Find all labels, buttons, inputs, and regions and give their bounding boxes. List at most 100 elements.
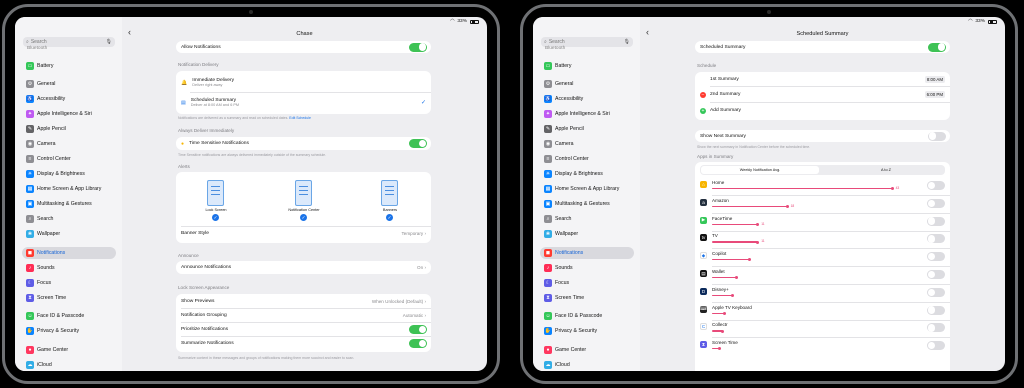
sidebar-item-home-screen-app-library[interactable]: ▦ Home Screen & App Library <box>22 183 116 195</box>
sidebar-item-wallpaper[interactable]: ❀ Wallpaper <box>22 228 116 240</box>
show-next-label: Show Next Summary <box>700 133 746 139</box>
app-summary-toggle[interactable] <box>927 252 945 262</box>
sidebar-item-apple-intelligence-siri[interactable]: ✦ Apple Intelligence & Siri <box>540 108 634 120</box>
sidebar-item-sounds[interactable]: ♪ Sounds <box>540 262 634 274</box>
tv-app-icon: tv <box>700 234 707 242</box>
microphone-icon[interactable]: 🎙 <box>106 39 112 45</box>
sidebar-item-multitasking-gestures[interactable]: ▣ Multitasking & Gestures <box>22 198 116 210</box>
sidebar-item-display-brightness[interactable]: ☀ Display & Brightness <box>22 168 116 180</box>
sidebar-item-control-center[interactable]: ≡ Control Center <box>22 153 116 165</box>
add-summary-row[interactable]: + Add Summary <box>700 106 945 115</box>
sidebar-item-battery[interactable]: ▭ Battery <box>540 60 634 72</box>
notification-center-preview[interactable] <box>295 180 312 206</box>
banners-check-icon[interactable]: ✓ <box>386 214 393 221</box>
prioritize-toggle[interactable] <box>409 325 427 334</box>
sidebar-item-home-screen-app-library[interactable]: ▦ Home Screen & App Library <box>540 183 634 195</box>
sidebar-item-multitasking-gestures[interactable]: ▣ Multitasking & Gestures <box>540 198 634 210</box>
sidebar-item-notifications[interactable]: ◼ Notifications <box>540 247 634 259</box>
banner-style-row[interactable]: Banner Style Temporary › <box>181 229 426 238</box>
show-previews-row[interactable]: Show Previews When Unlocked (Default) › <box>181 297 426 306</box>
sidebar-item-game-center[interactable]: ● Game Center <box>540 344 634 356</box>
sidebar-wallpaper-icon: ❀ <box>544 230 552 238</box>
app-summary-toggle[interactable] <box>927 198 945 208</box>
scheduled-row[interactable]: ▤ Scheduled Summary Deliver at 8:00 AM a… <box>181 94 426 111</box>
sidebar-item-privacy-security[interactable]: ✋ Privacy & Security <box>540 325 634 337</box>
scheduled-summary-toggle[interactable] <box>928 42 946 52</box>
sidebar-item-wallpaper[interactable]: ❀ Wallpaper <box>540 228 634 240</box>
app-summary-toggle[interactable] <box>927 234 945 244</box>
app-summary-toggle[interactable] <box>927 287 945 297</box>
sidebar-focus-icon: ☾ <box>26 279 34 287</box>
sidebar-item-screen-time[interactable]: ⧗ Screen Time <box>22 292 116 304</box>
sidebar-item-display-brightness[interactable]: ☀ Display & Brightness <box>540 168 634 180</box>
app-summary-toggle[interactable] <box>927 216 945 226</box>
sidebar-item-label: Game Center <box>555 347 587 353</box>
banners-preview[interactable] <box>381 180 398 206</box>
app-frequency-bar <box>712 329 723 333</box>
sidebar-item-apple-pencil[interactable]: ✎ Apple Pencil <box>540 123 634 135</box>
grouping-row[interactable]: Notification Grouping Automatic › <box>181 311 426 320</box>
first-summary-time[interactable]: 8:00 AM <box>924 76 945 83</box>
sidebar-item-game-center[interactable]: ● Game Center <box>22 344 116 356</box>
always-header: Always Deliver Immediately <box>178 128 235 133</box>
app-summary-toggle[interactable] <box>927 341 945 351</box>
app-summary-toggle[interactable] <box>927 323 945 333</box>
notification-center-check-icon[interactable]: ✓ <box>300 214 307 221</box>
sidebar-item-search[interactable]: ⌕ Search <box>540 213 634 225</box>
chase-notification-settings: ‹ Chase Allow Notifications Notification… <box>122 17 487 371</box>
app-summary-toggle[interactable] <box>927 305 945 315</box>
app-count: 43 <box>895 186 900 190</box>
allow-notifications-toggle[interactable] <box>409 42 427 52</box>
sidebar-item-sounds[interactable]: ♪ Sounds <box>22 262 116 274</box>
sidebar-item-general[interactable]: ⚙ General <box>22 78 116 90</box>
schedule-header: Schedule <box>697 63 717 68</box>
sidebar-item-accessibility[interactable]: ♿ Accessibility <box>22 93 116 105</box>
sidebar-item-apple-intelligence-siri[interactable]: ✦ Apple Intelligence & Siri <box>22 108 116 120</box>
sidebar-item-notifications[interactable]: ◼ Notifications <box>22 247 116 259</box>
sidebar-item-face-id-passcode[interactable]: ☺ Face ID & Passcode <box>540 310 634 322</box>
apple-tv-keyboard-app-icon: ⌨ <box>700 305 707 313</box>
announce-card: Announce Notifications On › <box>176 261 431 274</box>
scheduled-label: Scheduled Summary <box>700 44 746 50</box>
sidebar-item-accessibility[interactable]: ♿ Accessibility <box>540 93 634 105</box>
sidebar-item-focus[interactable]: ☾ Focus <box>22 277 116 289</box>
sidebar-item-camera[interactable]: ◉ Camera <box>22 138 116 150</box>
sidebar-item-battery[interactable]: ▭ Battery <box>22 60 116 72</box>
sidebar-item-general[interactable]: ⚙ General <box>540 78 634 90</box>
lock-screen-check-icon[interactable]: ✓ <box>212 214 219 221</box>
sidebar-item-face-id-passcode[interactable]: ☺ Face ID & Passcode <box>22 310 116 322</box>
show-next-toggle[interactable] <box>928 131 946 141</box>
sidebar-item-control-center[interactable]: ≡ Control Center <box>540 153 634 165</box>
segment-a-to-z[interactable]: A to Z <box>827 166 945 174</box>
app-summary-toggle[interactable] <box>927 181 945 190</box>
divider <box>190 92 431 93</box>
sidebar-item-icloud[interactable]: ☁ iCloud <box>22 359 116 371</box>
sidebar-item-camera[interactable]: ◉ Camera <box>540 138 634 150</box>
lock-screen-preview[interactable] <box>207 180 224 206</box>
sidebar-battery-icon: ▭ <box>544 62 552 70</box>
sidebar-item-label: Camera <box>555 141 574 147</box>
sidebar-item-focus[interactable]: ☾ Focus <box>540 277 634 289</box>
edit-schedule-link[interactable]: Edit Schedule <box>289 116 311 120</box>
second-summary-row: − 2nd Summary 6:00 PM <box>700 90 945 99</box>
sidebar-item-icloud[interactable]: ☁ iCloud <box>540 359 634 371</box>
app-summary-toggle[interactable] <box>927 270 945 279</box>
sidebar-item-privacy-security[interactable]: ✋ Privacy & Security <box>22 325 116 337</box>
sidebar-item-screen-time[interactable]: ⧗ Screen Time <box>540 292 634 304</box>
sidebar-item-apple-pencil[interactable]: ✎ Apple Pencil <box>22 123 116 135</box>
sidebar-camera-icon: ◉ <box>26 140 34 148</box>
sidebar-item-label: Focus <box>37 280 52 286</box>
time-sensitive-toggle[interactable] <box>409 139 427 148</box>
summarize-toggle[interactable] <box>409 339 427 348</box>
sidebar-item-label: Screen Time <box>555 295 585 301</box>
sidebar-face-id-passcode-icon: ☺ <box>26 312 34 320</box>
segment-weekly-avg[interactable]: Weekly Notification Avg. <box>701 166 819 174</box>
sidebar-item-search[interactable]: ⌕ Search <box>22 213 116 225</box>
scheduled-row: Scheduled Summary <box>700 43 945 51</box>
second-summary-time[interactable]: 6:00 PM <box>924 91 945 98</box>
remove-icon[interactable]: − <box>700 91 706 98</box>
immediate-row[interactable]: 🔔 Immediate Delivery Deliver right away <box>181 74 426 91</box>
banner-style-label: Banner Style <box>181 231 210 236</box>
microphone-icon[interactable]: 🎙 <box>624 39 630 45</box>
announce-row[interactable]: Announce Notifications On › <box>181 264 426 272</box>
